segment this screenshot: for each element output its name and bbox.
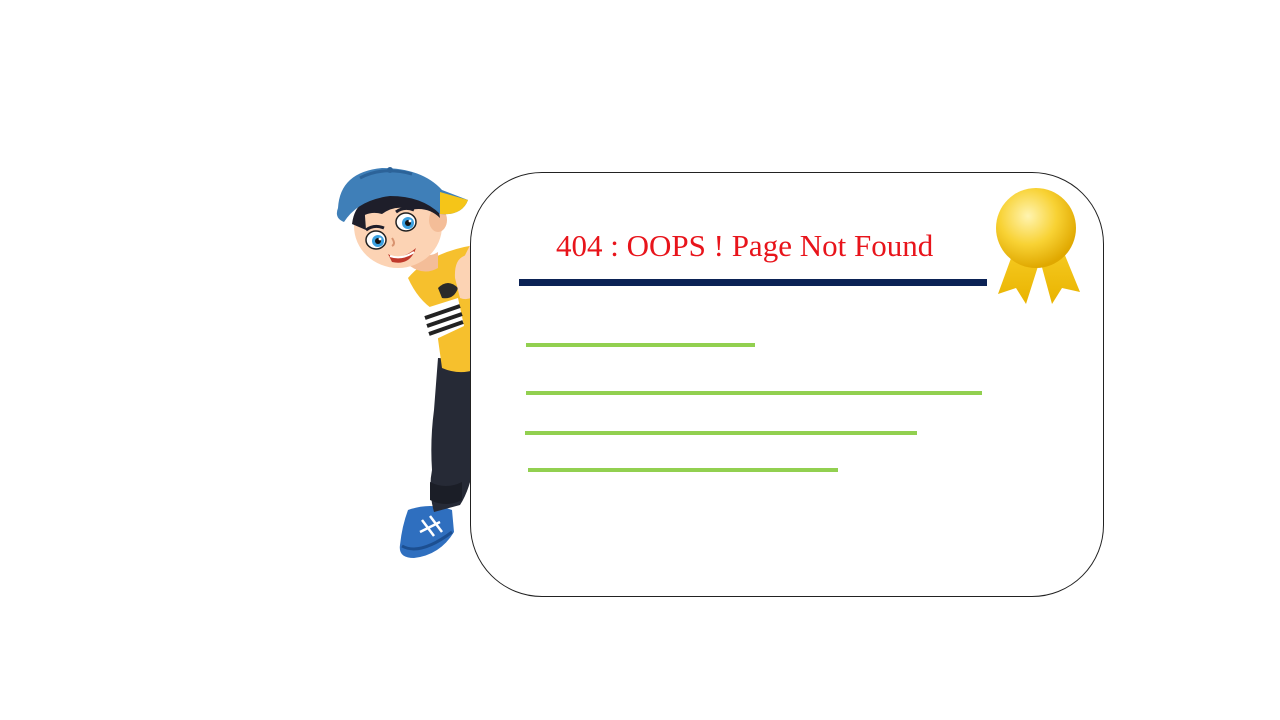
placeholder-line	[526, 343, 755, 347]
placeholder-line	[525, 431, 917, 435]
award-ribbon-icon	[996, 188, 1080, 304]
page-title: 404 : OOPS ! Page Not Found	[556, 228, 934, 263]
placeholder-line	[528, 468, 838, 472]
title-divider	[519, 279, 987, 286]
error-page: 404 : OOPS ! Page Not Found	[0, 0, 1280, 720]
placeholder-line	[526, 391, 982, 395]
